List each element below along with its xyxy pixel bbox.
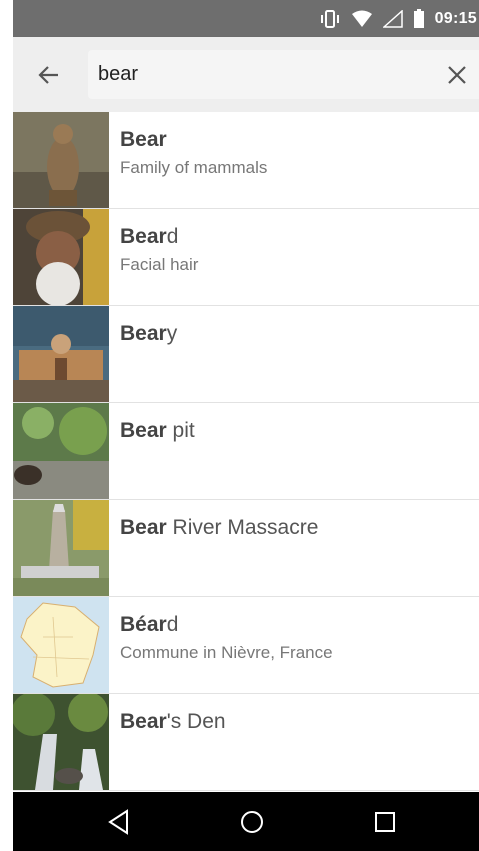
result-title: Bear's Den [120, 710, 226, 733]
result-title: Bear pit [120, 419, 195, 442]
results-list: Bear Family of mammals Beard Facial hair [13, 112, 479, 791]
status-bar: 09:15 [13, 0, 479, 37]
navigation-bar [13, 792, 479, 851]
result-title: Béard [120, 613, 179, 636]
result-title: Beard [120, 225, 179, 248]
nav-home-button[interactable] [236, 806, 268, 838]
bear-thumbnail [13, 112, 109, 208]
result-item[interactable]: Bear River Massacre [13, 500, 479, 597]
result-description: Facial hair [120, 255, 199, 274]
result-item[interactable]: Béard Commune in Nièvre, France [13, 597, 479, 694]
recents-square-icon [375, 812, 395, 832]
bear-pit-thumbnail [13, 403, 109, 499]
vibrate-icon [319, 9, 341, 29]
nav-recents-button[interactable] [369, 806, 401, 838]
back-button[interactable] [33, 59, 65, 91]
waterfall-thumbnail [13, 694, 109, 790]
search-input[interactable]: bear [88, 50, 479, 99]
result-title: Beary [120, 322, 178, 345]
nav-back-button[interactable] [103, 806, 135, 838]
result-item[interactable]: Beary [13, 306, 479, 403]
home-circle-icon [241, 811, 263, 833]
result-item[interactable]: Bear Family of mammals [13, 112, 479, 209]
close-icon [448, 66, 466, 84]
beard-thumbnail [13, 209, 109, 305]
search-query: bear [98, 63, 139, 85]
arrow-left-icon [38, 66, 58, 84]
result-description: Commune in Nièvre, France [120, 643, 333, 662]
cell-signal-icon [382, 9, 403, 29]
wifi-icon [351, 9, 373, 29]
search-bar: bear [13, 37, 479, 112]
massacre-monument-thumbnail [13, 500, 109, 596]
result-item[interactable]: Beard Facial hair [13, 209, 479, 306]
beary-thumbnail [13, 306, 109, 402]
clear-button[interactable] [443, 61, 471, 89]
result-title: Bear [120, 128, 167, 151]
result-item[interactable]: Bear's Den [13, 694, 479, 791]
back-triangle-icon [108, 809, 128, 835]
result-item[interactable]: Bear pit [13, 403, 479, 500]
battery-icon [413, 8, 425, 29]
result-description: Family of mammals [120, 158, 268, 177]
status-time: 09:15 [434, 9, 477, 27]
france-map-thumbnail [13, 597, 109, 693]
app-frame: 09:15 bear Bear Family of mammals Beard … [13, 0, 479, 851]
left-gutter [0, 0, 13, 851]
result-title: Bear River Massacre [120, 516, 319, 539]
